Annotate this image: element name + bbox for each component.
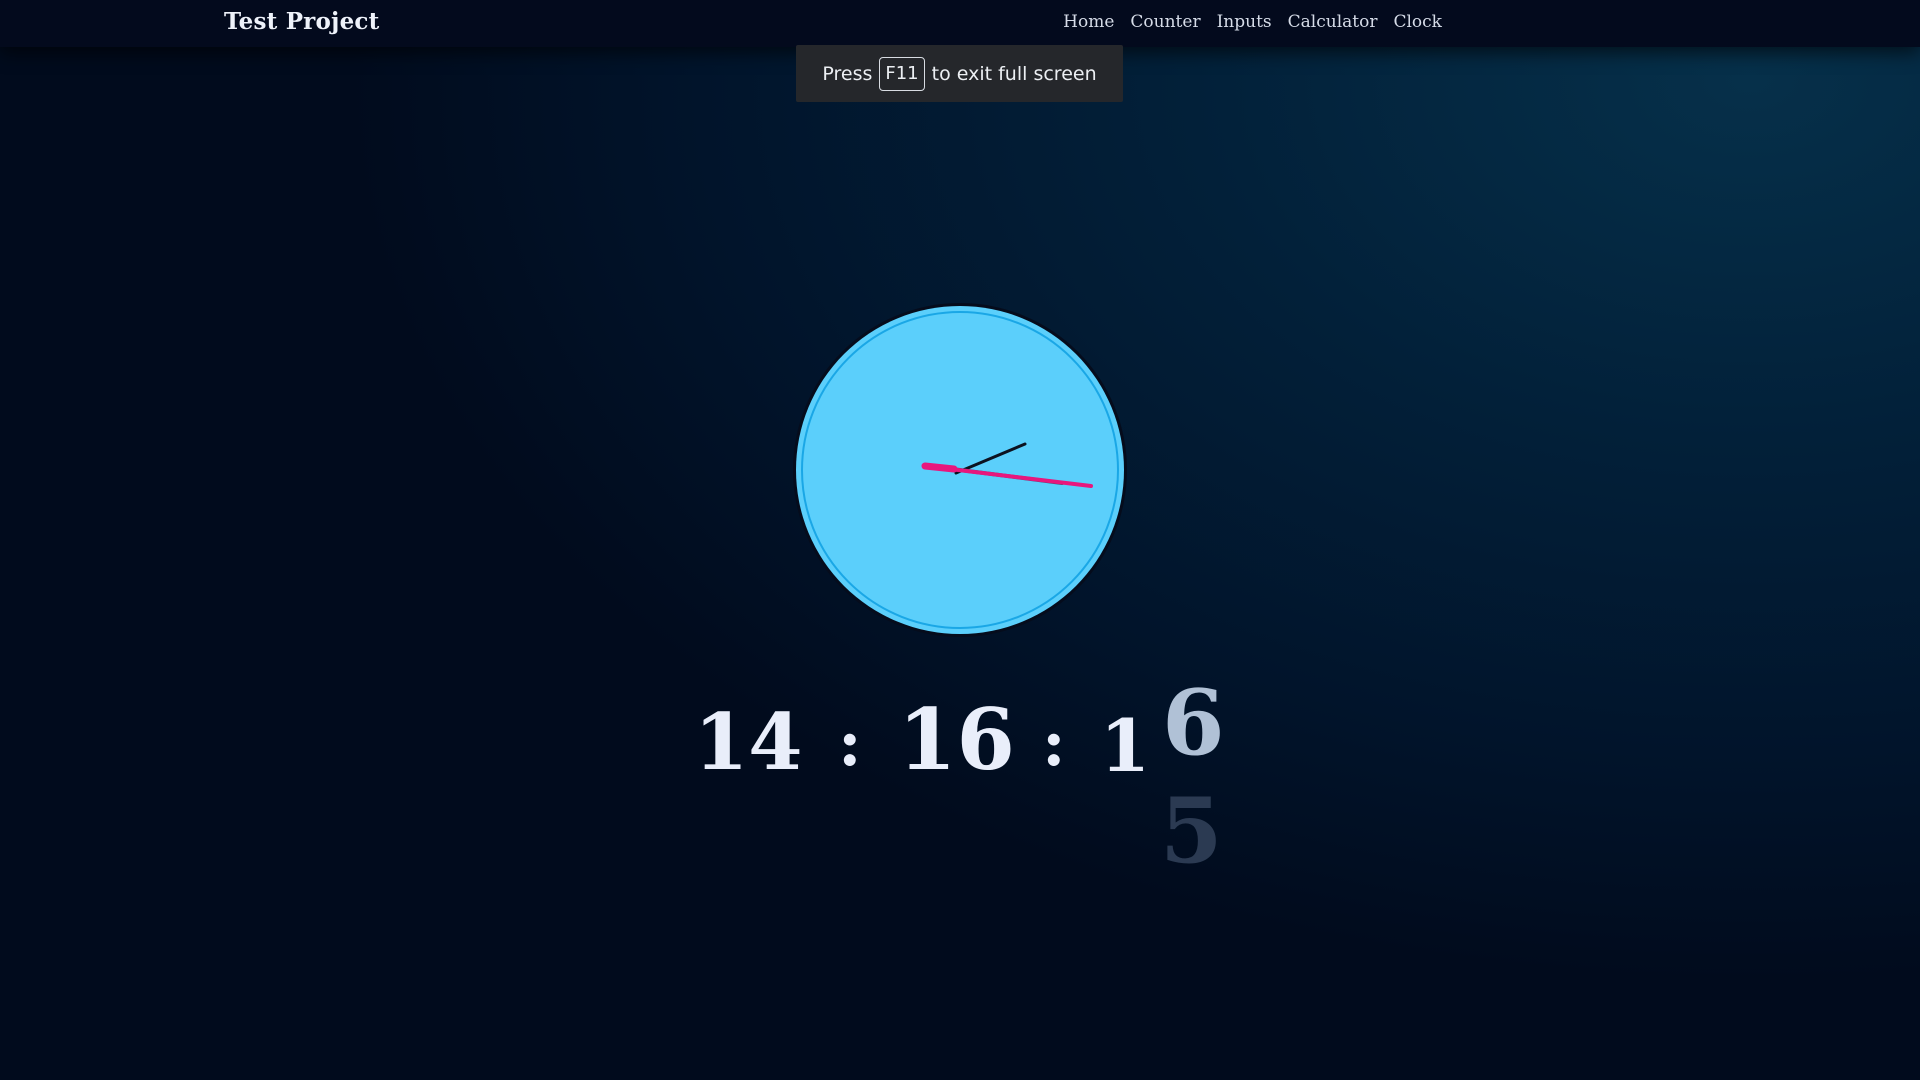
nav-link-home[interactable]: Home xyxy=(1063,12,1114,32)
analog-clock xyxy=(792,302,1128,638)
notice-prefix: Press xyxy=(822,62,873,85)
nav-link-inputs[interactable]: Inputs xyxy=(1217,12,1272,32)
digital-separator-2: : xyxy=(1042,706,1066,781)
digital-seconds-ones-next: 5 xyxy=(1160,778,1223,884)
digital-seconds-tens: 1 xyxy=(1100,703,1151,788)
notice-suffix: to exit full screen xyxy=(931,62,1097,85)
brand-title[interactable]: Test Project xyxy=(224,8,379,35)
digital-separator-1: : xyxy=(838,706,862,781)
nav-link-clock[interactable]: Clock xyxy=(1393,12,1442,32)
digital-seconds-ones-current: 6 xyxy=(1162,670,1225,776)
digital-minutes: 16 xyxy=(898,690,1015,789)
digital-hours-tens: 14 xyxy=(694,697,803,788)
analog-clock-svg xyxy=(793,303,1127,637)
navbar: Test Project Home Counter Inputs Calcula… xyxy=(0,0,1920,47)
digital-clock: 14 : 16 : 1 6 5 xyxy=(0,678,1920,884)
nav-links: Home Counter Inputs Calculator Clock xyxy=(1047,12,1442,32)
f11-key-hint: F11 xyxy=(879,56,925,91)
fullscreen-exit-notice: Press F11 to exit full screen xyxy=(796,45,1123,102)
second-hand-tail xyxy=(921,462,958,473)
nav-link-calculator[interactable]: Calculator xyxy=(1288,12,1378,32)
nav-link-counter[interactable]: Counter xyxy=(1130,12,1200,32)
